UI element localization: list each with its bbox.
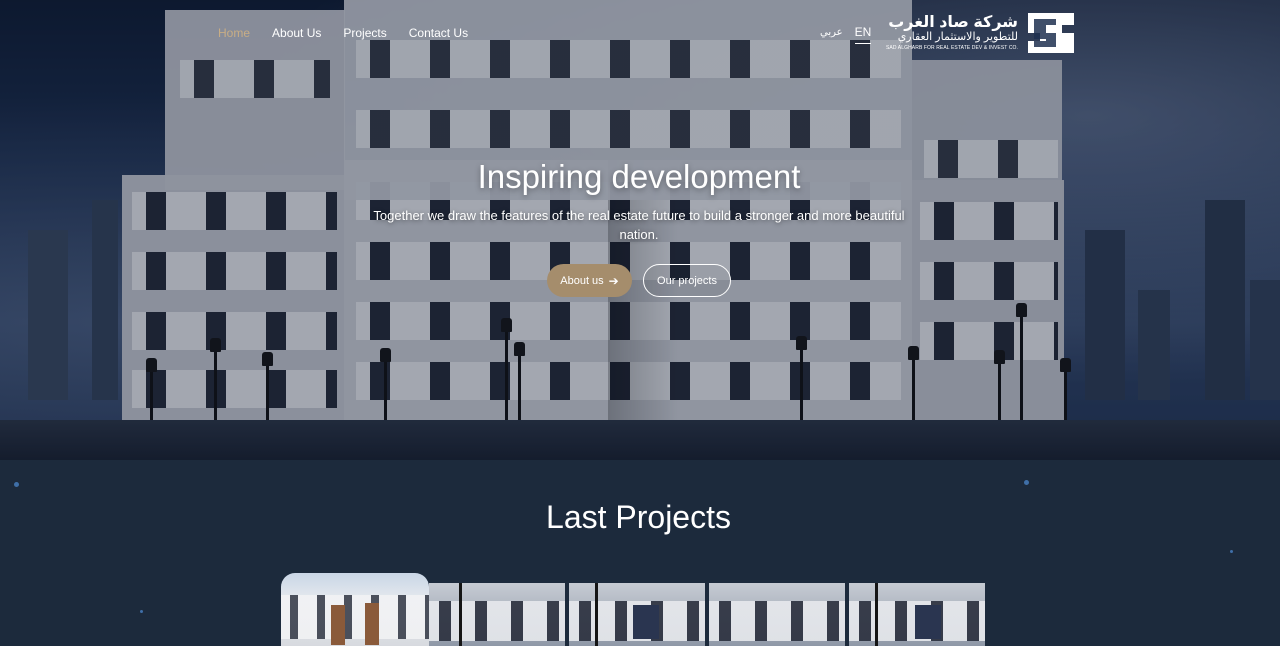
our-projects-button-label: Our projects <box>657 274 717 287</box>
hero-subtitle: Together we draw the features of the rea… <box>373 208 905 242</box>
hero-buttons: About us ➔ Our projects <box>547 264 731 297</box>
logo-text: شركة صاد الغرب للتطوير والاستثمار العقار… <box>886 14 1019 51</box>
hero-title: Inspiring development <box>477 158 801 195</box>
about-us-button[interactable]: About us ➔ <box>547 264 632 297</box>
main-nav: Home About Us Projects Contact Us <box>218 26 468 40</box>
nav-about-us[interactable]: About Us <box>272 26 321 40</box>
lang-arabic[interactable]: عربي <box>820 25 843 38</box>
decor-dot <box>1230 550 1233 553</box>
project-card[interactable] <box>709 583 845 646</box>
logo-english-name: SAD ALGHARB FOR REAL ESTATE DEV & INVEST… <box>886 44 1019 51</box>
decor-dot <box>14 482 19 487</box>
language-switcher: عربي EN <box>820 25 872 44</box>
logo-arabic-tagline: للتطوير والاستثمار العقاري <box>897 31 1019 43</box>
arrow-right-icon: ➔ <box>608 273 619 288</box>
our-projects-button[interactable]: Our projects <box>643 264 731 297</box>
nav-contact-us[interactable]: Contact Us <box>409 26 468 40</box>
nav-home[interactable]: Home <box>218 26 250 40</box>
section-title: Last Projects <box>546 499 731 535</box>
nav-projects[interactable]: Projects <box>343 26 386 40</box>
company-logo[interactable]: شركة صاد الغرب للتطوير والاستثمار العقار… <box>886 11 1076 55</box>
decor-dot <box>140 610 143 613</box>
decor-dot <box>1024 480 1029 485</box>
project-card[interactable] <box>281 573 429 646</box>
project-card[interactable] <box>429 583 565 646</box>
projects-carousel <box>281 573 985 646</box>
project-card[interactable] <box>569 583 705 646</box>
logo-arabic-name: شركة صاد الغرب <box>888 14 1019 32</box>
project-card[interactable] <box>849 583 985 646</box>
lang-english[interactable]: EN <box>854 25 872 44</box>
company-logo-icon <box>1028 13 1075 53</box>
about-us-button-label: About us <box>560 274 604 287</box>
